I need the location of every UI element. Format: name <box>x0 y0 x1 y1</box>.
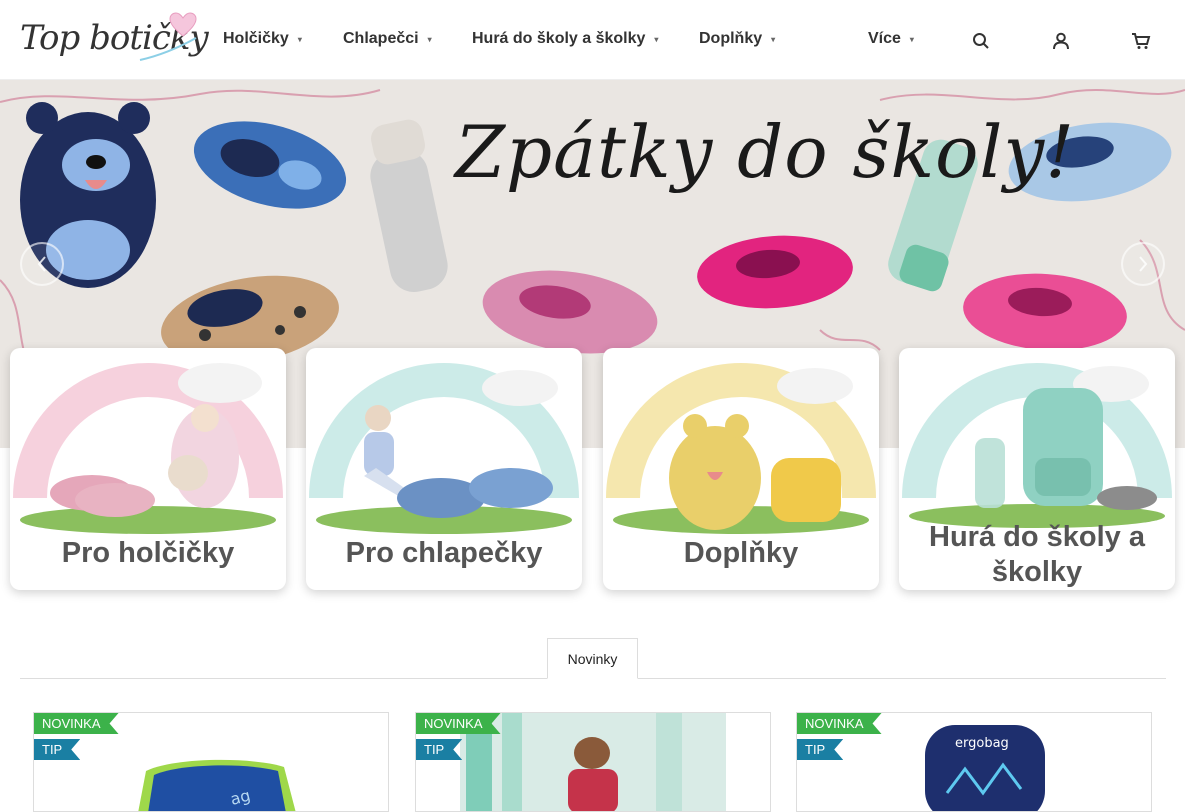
category-label: Hurá do školy a školky <box>929 521 1145 588</box>
chevron-down-icon: ▾ <box>771 34 776 44</box>
badge-new: NOVINKA <box>416 713 501 734</box>
account-button[interactable] <box>1049 28 1073 54</box>
logo-swoosh-icon <box>139 37 197 61</box>
hero-title: Zpátky do školy! <box>455 110 1076 194</box>
category-label: Doplňky <box>683 537 799 569</box>
nav-item-label: Holčičky <box>223 30 289 47</box>
badge-new: NOVINKA <box>797 713 882 734</box>
nav-item-label: Více <box>868 30 901 47</box>
category-card-holcicky[interactable]: Pro holčičky <box>10 348 286 590</box>
slider-prev-button[interactable] <box>20 242 64 286</box>
nav-item-chlapecci[interactable]: Chlapečci ▾ <box>343 30 432 48</box>
chevron-down-icon: ▾ <box>297 34 302 44</box>
category-label: Pro holčičky <box>61 537 235 569</box>
nav-item-label: Doplňky <box>699 30 763 47</box>
slider-next-button[interactable] <box>1121 242 1165 286</box>
nav-item-label: Hurá do školy a školky <box>472 30 646 47</box>
chevron-down-icon: ▾ <box>909 34 914 44</box>
product-tabs: Novinky <box>20 638 1166 679</box>
category-cards: Pro holčičky Pro chlapečky Doplňky Hurá … <box>10 348 1175 590</box>
chevron-down-icon: ▾ <box>427 34 432 44</box>
product-card[interactable]: NOVINKA TIP <box>415 712 771 812</box>
nav-item-vice[interactable]: Více ▾ <box>868 30 914 48</box>
category-card-doplnky[interactable]: Doplňky <box>603 348 879 590</box>
svg-text:ergobag: ergobag <box>955 736 1009 751</box>
user-icon <box>1053 32 1069 50</box>
tab-novinky[interactable]: Novinky <box>547 638 638 679</box>
search-icon <box>973 33 989 49</box>
search-button[interactable] <box>969 28 993 54</box>
nav-item-holcicky[interactable]: Holčičky ▾ <box>223 30 302 48</box>
chevron-left-icon <box>37 256 46 272</box>
cart-button[interactable] <box>1129 28 1153 54</box>
product-card[interactable]: ag NOVINKA TIP <box>33 712 389 812</box>
category-label: Pro chlapečky <box>345 537 543 569</box>
category-card-skola[interactable]: Hurá do školy a školky <box>899 348 1175 590</box>
category-card-chlapecky[interactable]: Pro chlapečky <box>306 348 582 590</box>
nav-item-label: Chlapečci <box>343 30 419 47</box>
chevron-right-icon <box>1139 256 1148 272</box>
badge-new: NOVINKA <box>34 713 119 734</box>
product-card[interactable]: ergobag NOVINKA TIP <box>796 712 1152 812</box>
site-header: Top botičky Holčičky ▾ Chlapečci ▾ Hurá … <box>0 0 1185 80</box>
logo[interactable]: Top botičky <box>20 12 209 70</box>
nav-item-doplnky[interactable]: Doplňky ▾ <box>699 30 775 48</box>
nav-item-skola[interactable]: Hurá do školy a školky ▾ <box>472 30 658 48</box>
cart-icon <box>1132 33 1151 49</box>
chevron-down-icon: ▾ <box>654 34 659 44</box>
